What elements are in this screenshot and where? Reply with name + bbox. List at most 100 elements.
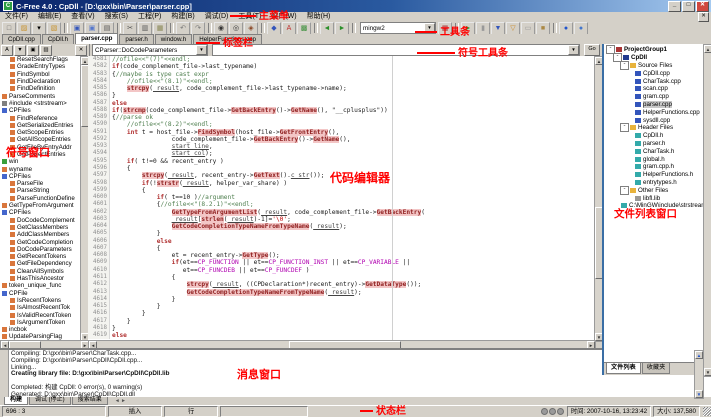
find-button[interactable]: ◉ bbox=[214, 22, 228, 35]
symbol-item[interactable]: GetScopeEntries bbox=[0, 129, 80, 136]
cut-button[interactable]: ✂ bbox=[123, 22, 137, 35]
message-tab-构建[interactable]: 构建 bbox=[4, 397, 28, 405]
function-combo[interactable]: CParser::DoCodeParameters ▼ bbox=[92, 44, 208, 56]
file-panel-tab-文件列表[interactable]: 文件列表 bbox=[606, 363, 641, 374]
symbol-item[interactable]: FindDeclaration bbox=[0, 78, 80, 85]
symbol-item[interactable]: CleanAllSymbols bbox=[0, 268, 80, 275]
file-tree-item[interactable]: global.h bbox=[604, 155, 711, 163]
file-tree-item[interactable]: CharTask.cpp bbox=[604, 77, 711, 85]
file-tree-item[interactable]: CharTask.h bbox=[604, 147, 711, 155]
message-tab-调试 (停止)[interactable]: 调试 (停止) bbox=[29, 397, 71, 405]
collapse-icon[interactable]: - bbox=[620, 123, 629, 132]
help-button[interactable]: ● bbox=[559, 22, 573, 35]
message-tab-搜索结果[interactable]: 搜索结果 bbox=[72, 397, 108, 405]
symbol-item[interactable]: UpdateParsingFlag bbox=[0, 333, 80, 340]
tab-CpDll.h[interactable]: CpDll.h bbox=[42, 34, 74, 44]
symbol-item[interactable]: GetAllScopeEntries bbox=[0, 136, 80, 143]
file-vscrollbar[interactable]: ▲ ▼ bbox=[703, 44, 711, 377]
menu-item-文件(F)[interactable]: 文件(F) bbox=[0, 12, 33, 22]
view-mode-icon[interactable]: ▣ bbox=[27, 45, 39, 56]
menu-item-调试(D)[interactable]: 调试(D) bbox=[200, 12, 234, 22]
resize-grip[interactable] bbox=[703, 407, 711, 416]
new-file-button[interactable]: □ bbox=[2, 22, 16, 35]
chevron-down-icon[interactable]: ▼ bbox=[568, 45, 579, 55]
symbol-item[interactable]: FindDefinition bbox=[0, 85, 80, 92]
nav-forward-button[interactable]: ► bbox=[335, 22, 349, 35]
menu-item-构建(B)[interactable]: 构建(B) bbox=[166, 12, 199, 22]
file-tree-item[interactable]: gram.cpp bbox=[604, 93, 711, 101]
symbol-item[interactable]: IsRecentTokens bbox=[0, 297, 80, 304]
symbol-item[interactable]: ParseString bbox=[0, 187, 80, 194]
paste-button[interactable]: ▦ bbox=[153, 22, 167, 35]
message-vscrollbar[interactable]: ▲ ▼ bbox=[694, 350, 704, 399]
symbol-item[interactable]: ResetSearchFlags bbox=[0, 56, 80, 63]
maximize-button[interactable]: □ bbox=[682, 1, 695, 12]
symbol-item[interactable]: GetTypeFromArgument bbox=[0, 202, 80, 209]
symbol-item[interactable]: CPFiles bbox=[0, 107, 80, 114]
symbol-item[interactable]: GetRecentTokens bbox=[0, 253, 80, 260]
open-dropdown-button[interactable]: ▾ bbox=[32, 22, 46, 35]
scroll-up-icon[interactable]: ▲ bbox=[704, 45, 711, 53]
scroll-up-icon[interactable]: ▲ bbox=[695, 351, 703, 359]
file-tree-item[interactable]: -Other Files bbox=[604, 186, 711, 194]
menu-item-搜索(S)[interactable]: 搜索(S) bbox=[100, 12, 133, 22]
tab-CpDll.cpp[interactable]: CpDll.cpp bbox=[2, 34, 41, 44]
minimize-button[interactable]: _ bbox=[668, 1, 681, 12]
symbol-item[interactable]: GetClassMembers bbox=[0, 224, 80, 231]
bookmark-button[interactable]: ◆ bbox=[267, 22, 281, 35]
message-tab-scroll[interactable]: ◄ ► bbox=[115, 397, 126, 405]
file-tree-item[interactable]: CpDll.h bbox=[604, 132, 711, 140]
pause-button[interactable]: ▮ bbox=[476, 22, 490, 35]
symbol-item[interactable]: FindSymbol bbox=[0, 71, 80, 78]
symbol-item[interactable]: wyname bbox=[0, 165, 80, 172]
stop-build-button[interactable]: ■ bbox=[536, 22, 550, 35]
sort-order-icon[interactable]: ▼ bbox=[14, 45, 26, 56]
undo-button[interactable]: ↶ bbox=[176, 22, 190, 35]
symbol-item[interactable]: #include <strstream> bbox=[0, 100, 80, 107]
symbol-item[interactable]: IsArgumentToken bbox=[0, 319, 80, 326]
symbol-item[interactable]: HasThisAncestor bbox=[0, 275, 80, 282]
file-tree-item[interactable]: scan.cpp bbox=[604, 85, 711, 93]
menu-item-编辑(E)[interactable]: 编辑(E) bbox=[33, 12, 66, 22]
symbol-item[interactable]: ParseFunctionDefine bbox=[0, 195, 80, 202]
symbol-item[interactable]: ParseComments bbox=[0, 92, 80, 99]
collapse-icon[interactable]: - bbox=[620, 61, 629, 70]
file-panel-tab-收藏夹[interactable]: 收藏夹 bbox=[642, 363, 671, 374]
copy-button[interactable]: ▥ bbox=[138, 22, 152, 35]
symbol-item[interactable]: ParseFile bbox=[0, 180, 80, 187]
redo-button[interactable]: ↷ bbox=[191, 22, 205, 35]
syntax-highlight-button[interactable]: ▩ bbox=[297, 22, 311, 35]
symbol-item[interactable]: IsValidRecentToken bbox=[0, 311, 80, 318]
symbol-item[interactable]: DoCodeComplement bbox=[0, 217, 80, 224]
symbol-item[interactable]: FindReference bbox=[0, 114, 80, 121]
symbol-item[interactable]: incbok bbox=[0, 326, 80, 333]
menu-item-工程(P)[interactable]: 工程(P) bbox=[133, 12, 166, 22]
go-button[interactable]: Go bbox=[584, 44, 600, 56]
file-tree-item[interactable]: HelperFunctions.cpp bbox=[604, 108, 711, 116]
file-tree-item[interactable]: gram.cpp.h bbox=[604, 163, 711, 171]
symbol-item[interactable]: GetFileDependency bbox=[0, 260, 80, 267]
collapse-icon[interactable]: - bbox=[620, 186, 629, 195]
scroll-down-icon[interactable]: ▼ bbox=[704, 368, 711, 376]
tab-parser.h[interactable]: parser.h bbox=[119, 34, 153, 44]
symbol-item[interactable]: GetSerializedEntries bbox=[0, 122, 80, 129]
close-button[interactable]: ✕ bbox=[696, 1, 709, 12]
symbol-item[interactable]: DoCodeParameters bbox=[0, 246, 80, 253]
about-button[interactable]: ● bbox=[574, 22, 588, 35]
tab-parser.cpp[interactable]: parser.cpp bbox=[75, 33, 118, 44]
rebuild-button[interactable]: ▽ bbox=[506, 22, 520, 35]
nav-back-button[interactable]: ◄ bbox=[320, 22, 334, 35]
build-button[interactable]: ▼ bbox=[491, 22, 505, 35]
file-tree-item[interactable]: -Source Files bbox=[604, 62, 711, 70]
find-in-files-button[interactable]: ◈ bbox=[244, 22, 258, 35]
symbol-search-combo[interactable]: ▼ bbox=[212, 44, 580, 56]
filter-icon[interactable]: ▨ bbox=[40, 45, 52, 56]
find-next-button[interactable]: ◎ bbox=[229, 22, 243, 35]
file-tree-item[interactable]: libfl.lib bbox=[604, 194, 711, 202]
close-icon[interactable]: ✕ bbox=[75, 45, 87, 56]
tab-window.h[interactable]: window.h bbox=[155, 34, 192, 44]
symbol-item[interactable]: GradeEntryTypes bbox=[0, 63, 80, 70]
symbol-item[interactable]: CPFile bbox=[0, 290, 80, 297]
open-file-button[interactable]: ▨ bbox=[17, 22, 31, 35]
clean-button[interactable]: ▭ bbox=[521, 22, 535, 35]
